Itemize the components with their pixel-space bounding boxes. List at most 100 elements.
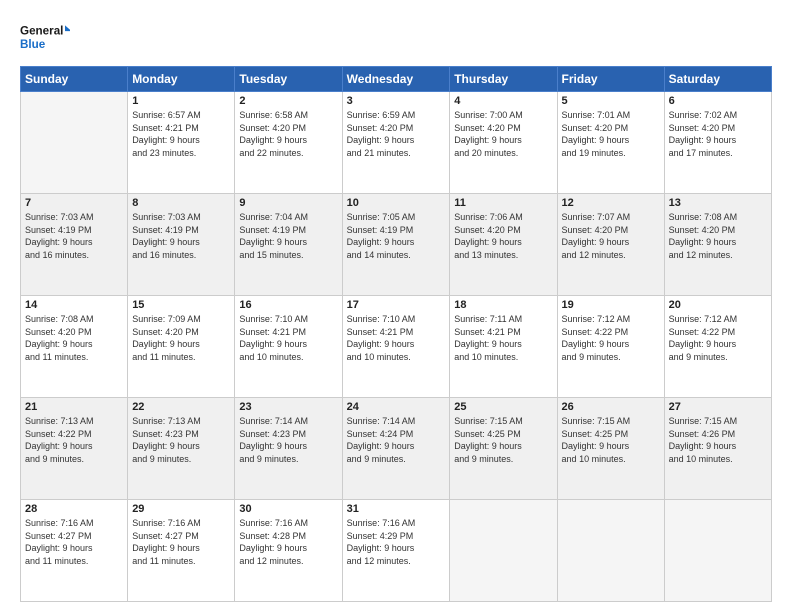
week-row-5: 28 Sunrise: 7:16 AMSunset: 4:27 PMDayligh… xyxy=(21,500,772,602)
calendar-cell xyxy=(21,92,128,194)
day-number: 5 xyxy=(562,95,660,107)
day-info: Sunrise: 7:16 AMSunset: 4:29 PMDaylight:… xyxy=(347,517,446,567)
day-info: Sunrise: 7:07 AMSunset: 4:20 PMDaylight:… xyxy=(562,211,660,261)
calendar-cell: 29Sunrise: 7:16 AMSunset: 4:27 PMDayligh… xyxy=(128,500,235,602)
calendar-cell: 30 Sunrise: 7:16 AMSunset: 4:28 PMDayligh… xyxy=(235,500,342,602)
day-header-wednesday: Wednesday xyxy=(342,67,450,92)
svg-text:General: General xyxy=(20,25,63,38)
day-number: 26 xyxy=(562,401,660,413)
day-info: Sunrise: 7:02 AMSunset: 4:20 PMDaylight:… xyxy=(669,109,767,159)
day-info: Sunrise: 7:00 AMSunset: 4:20 PMDaylight:… xyxy=(454,109,552,159)
calendar-cell: 6 Sunrise: 7:02 AMSunset: 4:20 PMDaylight… xyxy=(664,92,771,194)
day-info: Sunrise: 7:10 AMSunset: 4:21 PMDaylight:… xyxy=(239,313,337,363)
day-number: 13 xyxy=(669,197,767,209)
day-info: Sunrise: 7:15 AMSunset: 4:26 PMDaylight:… xyxy=(669,415,767,465)
calendar-cell: 21 Sunrise: 7:13 AMSunset: 4:22 PMDayligh… xyxy=(21,398,128,500)
day-header-sunday: Sunday xyxy=(21,67,128,92)
day-info: Sunrise: 7:12 AMSunset: 4:22 PMDaylight:… xyxy=(669,313,767,363)
day-info: Sunrise: 7:04 AMSunset: 4:19 PMDaylight:… xyxy=(239,211,337,261)
calendar-table: SundayMondayTuesdayWednesdayThursdayFrid… xyxy=(20,66,772,602)
calendar-cell: 12 Sunrise: 7:07 AMSunset: 4:20 PMDayligh… xyxy=(557,194,664,296)
calendar-cell: 15 Sunrise: 7:09 AMSunset: 4:20 PMDayligh… xyxy=(128,296,235,398)
calendar-cell: 8Sunrise: 7:03 AMSunset: 4:19 PMDaylight… xyxy=(128,194,235,296)
day-info: Sunrise: 7:09 AMSunset: 4:20 PMDaylight:… xyxy=(132,313,230,363)
page: General Blue SundayMondayTuesdayWednesda… xyxy=(0,0,792,612)
day-info: Sunrise: 7:16 AMSunset: 4:27 PMDaylight:… xyxy=(25,517,123,567)
day-number: 19 xyxy=(562,299,660,311)
day-header-monday: Monday xyxy=(128,67,235,92)
week-row-3: 14Sunrise: 7:08 AMSunset: 4:20 PMDayligh… xyxy=(21,296,772,398)
day-number: 11 xyxy=(454,197,552,209)
day-info: Sunrise: 6:57 AMSunset: 4:21 PMDaylight:… xyxy=(132,109,230,159)
day-number: 14 xyxy=(25,299,123,311)
calendar-cell: 25 Sunrise: 7:15 AMSunset: 4:25 PMDayligh… xyxy=(450,398,557,500)
header-row: SundayMondayTuesdayWednesdayThursdayFrid… xyxy=(21,67,772,92)
day-number: 30 xyxy=(239,503,337,515)
day-number: 17 xyxy=(347,299,446,311)
logo: General Blue xyxy=(20,18,70,56)
day-number: 16 xyxy=(239,299,337,311)
day-header-friday: Friday xyxy=(557,67,664,92)
day-info: Sunrise: 7:10 AMSunset: 4:21 PMDaylight:… xyxy=(347,313,446,363)
calendar-cell: 14Sunrise: 7:08 AMSunset: 4:20 PMDayligh… xyxy=(21,296,128,398)
logo-svg: General Blue xyxy=(20,18,70,56)
day-number: 7 xyxy=(25,197,123,209)
day-number: 23 xyxy=(239,401,337,413)
day-number: 1 xyxy=(132,95,230,107)
day-info: Sunrise: 7:16 AMSunset: 4:27 PMDaylight:… xyxy=(132,517,230,567)
calendar-cell: 22Sunrise: 7:13 AMSunset: 4:23 PMDayligh… xyxy=(128,398,235,500)
calendar-cell xyxy=(557,500,664,602)
day-info: Sunrise: 7:03 AMSunset: 4:19 PMDaylight:… xyxy=(25,211,123,261)
calendar-cell: 24 Sunrise: 7:14 AMSunset: 4:24 PMDayligh… xyxy=(342,398,450,500)
day-info: Sunrise: 7:11 AMSunset: 4:21 PMDaylight:… xyxy=(454,313,552,363)
calendar-cell: 7 Sunrise: 7:03 AMSunset: 4:19 PMDaylight… xyxy=(21,194,128,296)
day-info: Sunrise: 7:14 AMSunset: 4:24 PMDaylight:… xyxy=(347,415,446,465)
calendar-cell: 26 Sunrise: 7:15 AMSunset: 4:25 PMDayligh… xyxy=(557,398,664,500)
day-info: Sunrise: 7:14 AMSunset: 4:23 PMDaylight:… xyxy=(239,415,337,465)
day-number: 28 xyxy=(25,503,123,515)
day-header-thursday: Thursday xyxy=(450,67,557,92)
day-number: 27 xyxy=(669,401,767,413)
day-number: 15 xyxy=(132,299,230,311)
svg-text:Blue: Blue xyxy=(20,38,46,51)
calendar-cell: 19Sunrise: 7:12 AMSunset: 4:22 PMDayligh… xyxy=(557,296,664,398)
calendar-cell: 17 Sunrise: 7:10 AMSunset: 4:21 PMDayligh… xyxy=(342,296,450,398)
week-row-2: 7 Sunrise: 7:03 AMSunset: 4:19 PMDaylight… xyxy=(21,194,772,296)
day-info: Sunrise: 7:16 AMSunset: 4:28 PMDaylight:… xyxy=(239,517,337,567)
calendar-cell: 31Sunrise: 7:16 AMSunset: 4:29 PMDayligh… xyxy=(342,500,450,602)
day-number: 18 xyxy=(454,299,552,311)
day-number: 21 xyxy=(25,401,123,413)
day-number: 25 xyxy=(454,401,552,413)
day-number: 24 xyxy=(347,401,446,413)
day-info: Sunrise: 7:06 AMSunset: 4:20 PMDaylight:… xyxy=(454,211,552,261)
day-number: 3 xyxy=(347,95,446,107)
day-number: 6 xyxy=(669,95,767,107)
calendar-cell: 13 Sunrise: 7:08 AMSunset: 4:20 PMDayligh… xyxy=(664,194,771,296)
calendar-cell xyxy=(664,500,771,602)
calendar-cell: 27 Sunrise: 7:15 AMSunset: 4:26 PMDayligh… xyxy=(664,398,771,500)
calendar-cell: 9Sunrise: 7:04 AMSunset: 4:19 PMDaylight… xyxy=(235,194,342,296)
calendar-cell: 4Sunrise: 7:00 AMSunset: 4:20 PMDaylight… xyxy=(450,92,557,194)
calendar-cell: 3 Sunrise: 6:59 AMSunset: 4:20 PMDaylight… xyxy=(342,92,450,194)
day-info: Sunrise: 7:03 AMSunset: 4:19 PMDaylight:… xyxy=(132,211,230,261)
day-number: 22 xyxy=(132,401,230,413)
calendar-cell: 20 Sunrise: 7:12 AMSunset: 4:22 PMDayligh… xyxy=(664,296,771,398)
day-info: Sunrise: 6:59 AMSunset: 4:20 PMDaylight:… xyxy=(347,109,446,159)
calendar-cell: 11 Sunrise: 7:06 AMSunset: 4:20 PMDayligh… xyxy=(450,194,557,296)
day-info: Sunrise: 7:13 AMSunset: 4:22 PMDaylight:… xyxy=(25,415,123,465)
day-number: 2 xyxy=(239,95,337,107)
day-number: 10 xyxy=(347,197,446,209)
calendar-cell: 28 Sunrise: 7:16 AMSunset: 4:27 PMDayligh… xyxy=(21,500,128,602)
day-info: Sunrise: 7:05 AMSunset: 4:19 PMDaylight:… xyxy=(347,211,446,261)
calendar-cell: 23 Sunrise: 7:14 AMSunset: 4:23 PMDayligh… xyxy=(235,398,342,500)
day-header-tuesday: Tuesday xyxy=(235,67,342,92)
day-number: 12 xyxy=(562,197,660,209)
day-info: Sunrise: 7:08 AMSunset: 4:20 PMDaylight:… xyxy=(669,211,767,261)
day-number: 20 xyxy=(669,299,767,311)
header: General Blue xyxy=(20,18,772,56)
day-info: Sunrise: 7:15 AMSunset: 4:25 PMDaylight:… xyxy=(454,415,552,465)
calendar-cell: 2Sunrise: 6:58 AMSunset: 4:20 PMDaylight… xyxy=(235,92,342,194)
calendar-cell: 18 Sunrise: 7:11 AMSunset: 4:21 PMDayligh… xyxy=(450,296,557,398)
day-info: Sunrise: 7:15 AMSunset: 4:25 PMDaylight:… xyxy=(562,415,660,465)
week-row-1: 1 Sunrise: 6:57 AMSunset: 4:21 PMDaylight… xyxy=(21,92,772,194)
